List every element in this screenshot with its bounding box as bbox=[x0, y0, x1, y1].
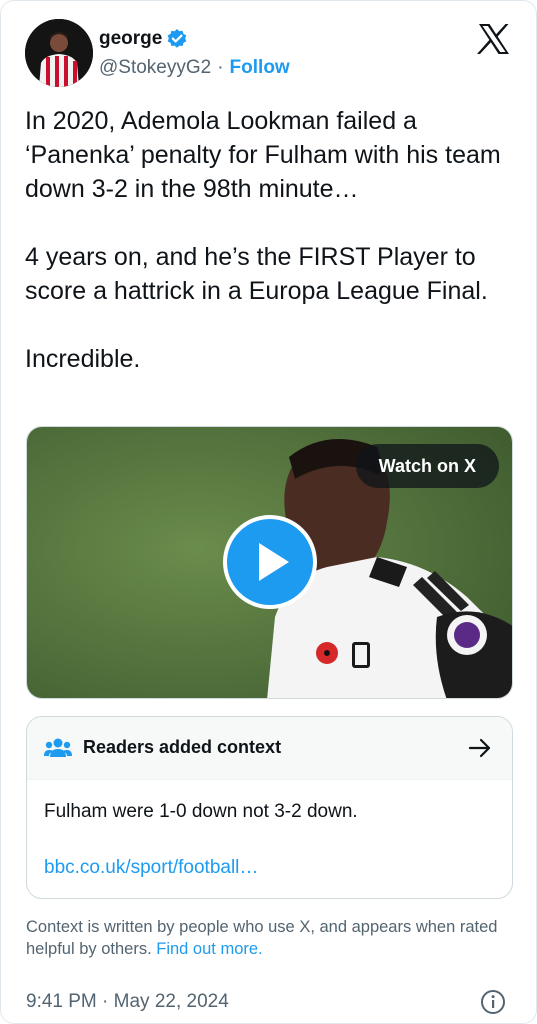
context-footnote: Context is written by people who use X, … bbox=[26, 916, 516, 960]
context-source-link[interactable]: bbc.co.uk/sport/football… bbox=[44, 857, 258, 879]
follow-button[interactable]: Follow bbox=[230, 57, 290, 79]
find-out-more-link[interactable]: Find out more. bbox=[156, 940, 262, 958]
context-header[interactable]: Readers added context bbox=[27, 717, 512, 780]
display-name[interactable]: george bbox=[99, 28, 162, 50]
play-icon[interactable] bbox=[223, 515, 317, 609]
context-title: Readers added context bbox=[83, 737, 282, 757]
tweet-timestamp[interactable]: 9:41 PM · May 22, 2024 bbox=[26, 991, 229, 1013]
handle-row: @StokeyyG2 · Follow bbox=[99, 57, 290, 79]
name-row: george bbox=[99, 28, 188, 50]
verified-badge-icon bbox=[166, 28, 188, 50]
tweet-card: george @StokeyyG2 · Follow In 2020, Adem… bbox=[0, 0, 537, 1024]
people-icon bbox=[44, 737, 72, 759]
info-icon[interactable] bbox=[480, 989, 506, 1015]
avatar[interactable] bbox=[25, 19, 93, 87]
tweet-text: In 2020, Ademola Lookman failed a ‘Panen… bbox=[25, 107, 501, 373]
context-body: Fulham were 1-0 down not 3-2 down. bbox=[44, 801, 358, 822]
video-player[interactable]: Watch on X bbox=[26, 426, 513, 699]
tweet-header: george @StokeyyG2 · Follow bbox=[25, 19, 515, 89]
separator-dot: · bbox=[217, 57, 224, 78]
handle[interactable]: @StokeyyG2 bbox=[99, 57, 211, 79]
community-notes-panel: Readers added context Fulham were 1-0 do… bbox=[26, 716, 513, 899]
arrow-right-icon[interactable] bbox=[468, 737, 492, 759]
watch-on-x-button[interactable]: Watch on X bbox=[355, 444, 499, 488]
x-logo-icon[interactable] bbox=[477, 23, 511, 55]
